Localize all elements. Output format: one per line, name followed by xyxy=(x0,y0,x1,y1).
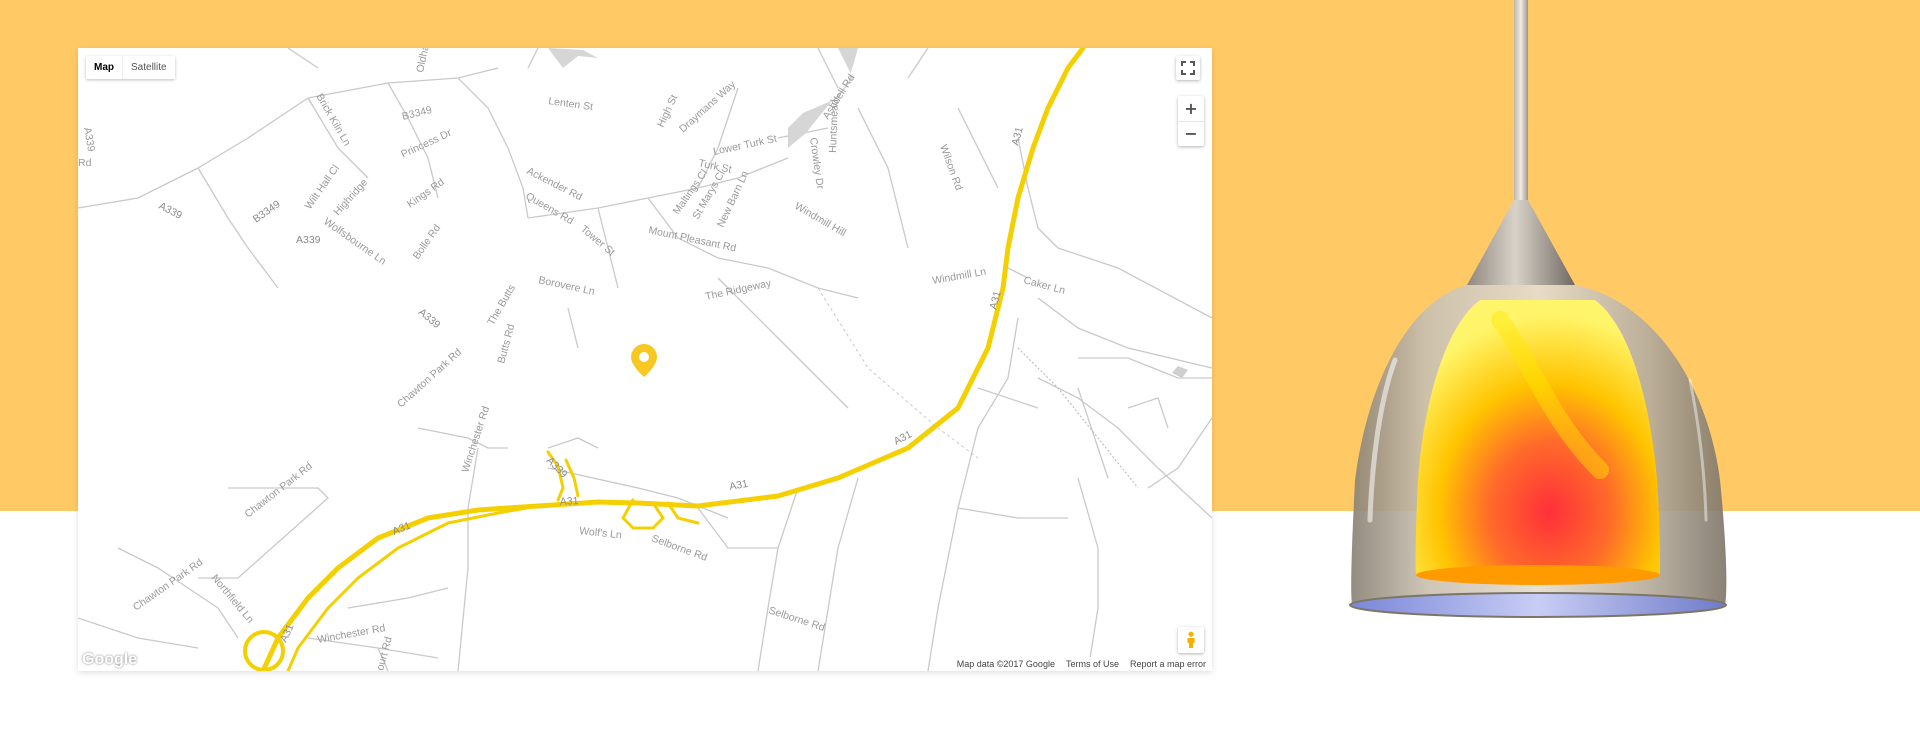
fullscreen-button[interactable] xyxy=(1176,56,1200,80)
a31-route xyxy=(243,48,1086,671)
road-label: Rd xyxy=(78,157,92,169)
road-label: B3349 xyxy=(251,198,283,225)
road-label: A339 xyxy=(81,126,97,152)
location-marker[interactable] xyxy=(631,344,657,377)
road-label: Chawton Park Rd xyxy=(395,346,464,410)
road-label: A31 xyxy=(560,495,579,508)
zoom-out-button[interactable]: − xyxy=(1178,120,1204,147)
road-label: Selborne Rd xyxy=(767,604,826,633)
map-widget[interactable]: Oldham Rd Lenten St High St Draymans Way… xyxy=(78,48,1212,671)
map-canvas[interactable]: Oldham Rd Lenten St High St Draymans Way… xyxy=(78,48,1212,671)
road-label: Northfield Ln xyxy=(209,572,257,625)
street-view-pegman-button[interactable] xyxy=(1178,627,1204,653)
road-label: Butts Rd xyxy=(495,323,517,365)
road-label: Bolle Rd xyxy=(411,222,444,262)
road-label: High St xyxy=(655,93,680,129)
map-attribution-bar: Map data ©2017 Google Terms of Use Repor… xyxy=(954,657,1208,671)
road-label: Wilson Rd xyxy=(937,143,965,192)
road-label: Wolf's Ln xyxy=(579,525,623,541)
road-label: Windmill Ln xyxy=(931,266,987,287)
road-label: Oldham Rd xyxy=(414,48,437,74)
road-label: A31 xyxy=(728,478,749,493)
road-label: Lenten St xyxy=(548,95,594,113)
road-label: Tower St xyxy=(578,223,617,259)
map-data-attribution: Map data ©2017 Google xyxy=(956,659,1055,669)
water-body xyxy=(788,48,858,148)
road-label: Winchester Rd xyxy=(316,622,386,646)
fullscreen-icon xyxy=(1181,61,1195,75)
zoom-control: + − xyxy=(1178,96,1204,146)
report-map-error-link[interactable]: Report a map error xyxy=(1130,659,1206,669)
water-body xyxy=(548,48,598,68)
map-type-control: Map Satellite xyxy=(86,56,175,79)
road-label: Huntsmead xyxy=(827,99,841,153)
railway xyxy=(1017,347,1139,489)
road-label: ourt Rd xyxy=(374,635,395,671)
road-label: A339 xyxy=(296,234,321,246)
road-label: A31 xyxy=(391,520,413,538)
road-label: Selborne Rd xyxy=(650,533,709,564)
road-label: Chawton Park Rd xyxy=(242,460,314,520)
terms-of-use-link[interactable]: Terms of Use xyxy=(1066,659,1119,669)
road-label: Draymans Way xyxy=(677,78,739,135)
pendant-lamp-image xyxy=(1349,0,1727,618)
google-logo[interactable]: Google xyxy=(82,651,137,669)
road-label: A339 xyxy=(416,306,443,331)
road-label: A31 xyxy=(1009,125,1025,146)
road-label: Crowley Dr xyxy=(807,137,826,191)
road-label: Kings Rd xyxy=(405,176,447,210)
map-type-satellite-button[interactable]: Satellite xyxy=(122,56,175,79)
road-label: Windmill Hill xyxy=(793,200,849,239)
zoom-in-button[interactable]: + xyxy=(1178,96,1204,121)
map-type-map-button[interactable]: Map xyxy=(86,56,122,79)
road-label: B3349 xyxy=(401,104,434,123)
road-label: Highridge xyxy=(331,176,370,218)
footpath xyxy=(817,287,979,459)
pegman-icon xyxy=(1187,631,1195,648)
road-label: Wolfsbourne Ln xyxy=(321,216,388,268)
road-label: The Butts xyxy=(485,283,518,328)
road-label: Caker Ln xyxy=(1022,274,1066,297)
road-label: A31 xyxy=(987,289,1003,310)
road-label: Chawton Park Rd xyxy=(131,556,205,613)
road-label: A31 xyxy=(278,622,297,644)
road-label: Borovere Ln xyxy=(537,274,596,298)
road-label: A339 xyxy=(157,200,184,222)
